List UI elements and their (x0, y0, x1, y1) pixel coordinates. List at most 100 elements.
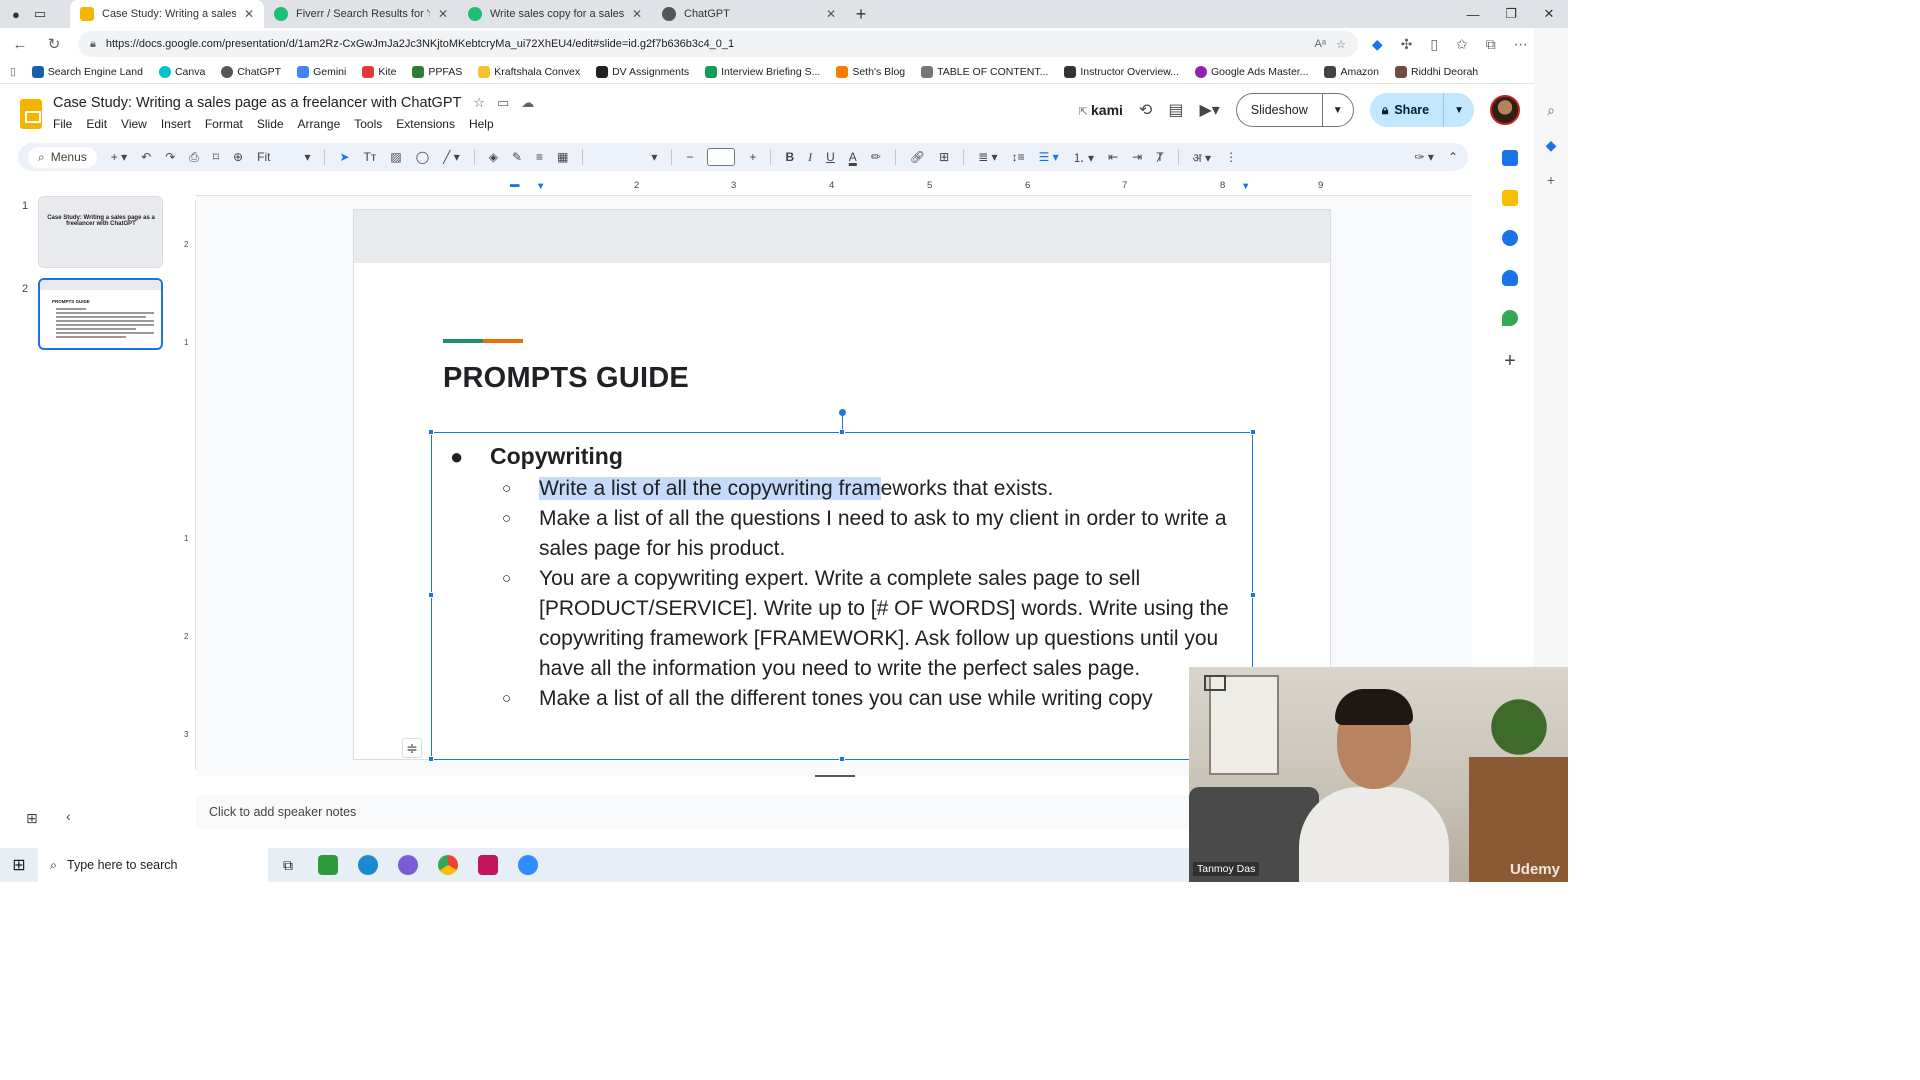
close-tab-icon[interactable]: ✕ (826, 7, 836, 21)
increase-font-icon[interactable]: + (749, 150, 756, 164)
reload-icon[interactable]: ↻ (44, 35, 64, 53)
resize-handle-bottom[interactable] (839, 756, 845, 762)
resize-handle-left[interactable] (428, 592, 434, 598)
list-item[interactable]: ○ You are a copywriting expert. Write a … (502, 564, 1246, 684)
share-label-wrap[interactable]: 🔒︎ Share (1370, 93, 1445, 127)
image-icon[interactable]: ▨ (390, 150, 401, 164)
font-size-input[interactable] (707, 148, 736, 166)
taskbar-search-input[interactable]: ⌕ Type here to search (38, 848, 268, 882)
line-icon[interactable]: ╱ ▾ (443, 150, 460, 164)
resize-handle-bottom-left[interactable] (428, 756, 434, 762)
bold-button[interactable]: B (785, 150, 794, 164)
account-avatar[interactable] (1490, 95, 1520, 125)
restore-icon[interactable]: ❐ (1492, 6, 1530, 22)
bookmark-ppfas[interactable]: PPFAS (412, 65, 462, 78)
tab-actions-icon[interactable]: ▭ (34, 6, 46, 22)
document-title[interactable]: Case Study: Writing a sales page as a fr… (53, 95, 461, 111)
grid-view-icon[interactable]: ⊞ (26, 810, 38, 827)
favorite-star-icon[interactable]: ☆ (1336, 38, 1346, 51)
list-item[interactable]: ○ Make a list of all the questions I nee… (502, 504, 1246, 564)
collapse-filmstrip-icon[interactable]: ‹ (66, 808, 71, 824)
media-app-icon[interactable] (468, 848, 508, 882)
menu-slide[interactable]: Slide (257, 117, 284, 131)
decrease-font-icon[interactable]: − (686, 150, 693, 164)
increase-indent-icon[interactable]: ⇥ (1132, 150, 1142, 164)
zoom-app-icon[interactable] (508, 848, 548, 882)
bookmark-riddhi-deorah[interactable]: Riddhi Deorah (1395, 65, 1478, 78)
menu-format[interactable]: Format (205, 117, 243, 131)
bookmark-google-ads[interactable]: Google Ads Master... (1195, 65, 1308, 78)
text-color-icon[interactable]: A (849, 150, 857, 164)
star-icon[interactable]: ☆ (473, 95, 485, 111)
more-options-icon[interactable]: ⋮ (1225, 150, 1237, 164)
cloud-saved-icon[interactable]: ☁ (521, 95, 534, 111)
bookmark-dv-assignments[interactable]: DV Assignments (596, 65, 689, 78)
menu-help[interactable]: Help (469, 117, 494, 131)
line-spacing-icon[interactable]: ↕≡ (1012, 150, 1025, 164)
paint-format-icon[interactable]: ⌑ (213, 150, 219, 164)
decrease-indent-icon[interactable]: ⇤ (1108, 150, 1118, 164)
list-item[interactable]: ○ Make a list of all the different tones… (502, 684, 1246, 714)
bulleted-list-icon[interactable]: ☰ ▾ (1039, 150, 1059, 164)
new-slide-icon[interactable]: + ▾ (111, 150, 127, 164)
menu-file[interactable]: File (53, 117, 72, 131)
chevron-down-icon[interactable]: ▼ (1444, 105, 1474, 116)
pen-tool-icon[interactable]: ✑ ▾ (1415, 150, 1434, 164)
redo-icon[interactable]: ↷ (165, 150, 175, 164)
url-field[interactable]: 🔒︎ https://docs.google.com/presentation/… (78, 31, 1358, 57)
ruler-margin-marker[interactable]: ▬ (510, 179, 520, 190)
read-aloud-icon[interactable]: Aᵃ (1315, 38, 1326, 50)
menu-view[interactable]: View (121, 117, 147, 131)
reading-list-icon[interactable]: ▯ (10, 66, 16, 78)
messenger-app-icon[interactable] (388, 848, 428, 882)
print-icon[interactable]: ⎙ (189, 150, 199, 165)
edge-browser-icon[interactable] (348, 848, 388, 882)
maps-icon[interactable] (1502, 310, 1518, 326)
sidebar-add-icon[interactable]: + (1547, 172, 1555, 188)
bookmark-instructor-overview[interactable]: Instructor Overview... (1064, 65, 1179, 78)
bookmark-canva[interactable]: Canva (158, 65, 205, 78)
text-box-icon[interactable]: Tт (364, 150, 377, 164)
slideshow-label[interactable]: Slideshow (1237, 94, 1323, 126)
close-window-icon[interactable]: ✕ (1530, 6, 1568, 22)
sidebar-search-icon[interactable]: ⌕ (1547, 102, 1555, 119)
favorites-icon[interactable]: ✩ (1456, 36, 1468, 53)
ruler-right-indent-marker[interactable]: ▼ (1241, 181, 1250, 192)
rotate-handle[interactable] (839, 409, 846, 416)
bookmark-seths-blog[interactable]: Seth's Blog (836, 65, 905, 78)
minimize-icon[interactable]: — (1454, 7, 1492, 22)
kami-button[interactable]: ⇱ kami (1079, 102, 1123, 118)
border-color-icon[interactable]: ✎ (512, 150, 522, 164)
share-button[interactable]: 🔒︎ Share ▼ (1369, 93, 1474, 127)
add-comment-icon[interactable]: ⊞ (939, 150, 949, 164)
shape-icon[interactable]: ◯ (416, 150, 429, 164)
list-item[interactable]: ○ Write a list of all the copywriting fr… (502, 474, 1246, 504)
bookmark-amazon[interactable]: Amazon (1324, 65, 1379, 78)
bookmark-kraftshala[interactable]: Kraftshala Convex (478, 65, 580, 78)
slideshow-button[interactable]: Slideshow ▼ (1235, 93, 1354, 127)
collections-icon[interactable]: ⧉ (1486, 36, 1496, 53)
back-icon[interactable]: ← (10, 36, 30, 53)
list-item[interactable]: ● Copywriting (446, 441, 1246, 472)
site-info-icon[interactable]: 🔒︎ (90, 38, 96, 51)
bookmark-search-engine-land[interactable]: Search Engine Land (31, 65, 143, 78)
numbered-list-icon[interactable]: ⒈ ▾ (1073, 149, 1094, 166)
input-tools-icon[interactable]: अ ▾ (1193, 149, 1212, 166)
profile-icon[interactable]: ● (12, 7, 20, 22)
tab-fiverr-gig[interactable]: Write sales copy for a sales page ✕ (458, 0, 652, 28)
align-icon[interactable]: ≣ ▾ (978, 150, 997, 164)
close-tab-icon[interactable]: ✕ (632, 7, 642, 21)
border-dash-icon[interactable]: ▦ (557, 150, 568, 164)
collapse-toolbar-icon[interactable]: ⌃ (1448, 150, 1458, 164)
version-history-icon[interactable]: ⟲ (1139, 100, 1152, 120)
bullet-list[interactable]: ● Copywriting ○ Write a list of all the … (446, 441, 1246, 714)
bookmark-gemini[interactable]: Gemini (297, 65, 346, 78)
menu-insert[interactable]: Insert (161, 117, 191, 131)
chat-app-icon[interactable] (308, 848, 348, 882)
menu-tools[interactable]: Tools (354, 117, 382, 131)
bookmark-kite[interactable]: Kite (362, 65, 396, 78)
chrome-browser-icon[interactable] (428, 848, 468, 882)
split-screen-icon[interactable]: ▯ (1430, 36, 1438, 53)
undo-icon[interactable]: ↶ (141, 150, 151, 164)
select-cursor-icon[interactable]: ➤ (339, 150, 349, 164)
